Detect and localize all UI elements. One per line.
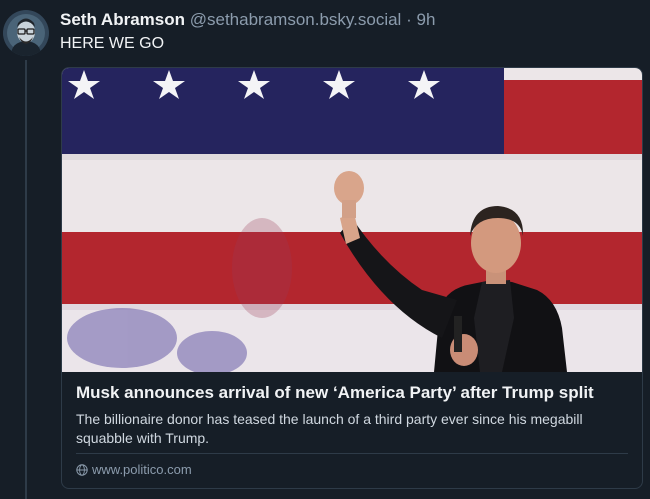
avatar[interactable] — [3, 10, 49, 56]
separator: · — [406, 10, 412, 29]
author-name[interactable]: Seth Abramson — [60, 10, 185, 29]
card-divider — [76, 453, 628, 454]
thread-line — [25, 60, 27, 499]
avatar-image — [3, 10, 49, 56]
globe-icon — [76, 464, 88, 476]
card-domain-text: www.politico.com — [92, 462, 192, 477]
card-domain[interactable]: www.politico.com — [76, 461, 192, 479]
post[interactable]: Seth Abramson @sethabramson.bsky.social … — [0, 0, 650, 499]
card-image — [62, 68, 642, 372]
post-header: Seth Abramson @sethabramson.bsky.social … — [60, 9, 435, 31]
author-handle[interactable]: @sethabramson.bsky.social — [190, 10, 402, 29]
card-title[interactable]: Musk announces arrival of new ‘America P… — [76, 382, 594, 404]
post-time[interactable]: 9h — [416, 10, 435, 29]
link-card[interactable]: Musk announces arrival of new ‘America P… — [61, 67, 643, 489]
card-description: The billionaire donor has teased the lau… — [76, 411, 583, 446]
post-text: HERE WE GO — [60, 35, 165, 52]
